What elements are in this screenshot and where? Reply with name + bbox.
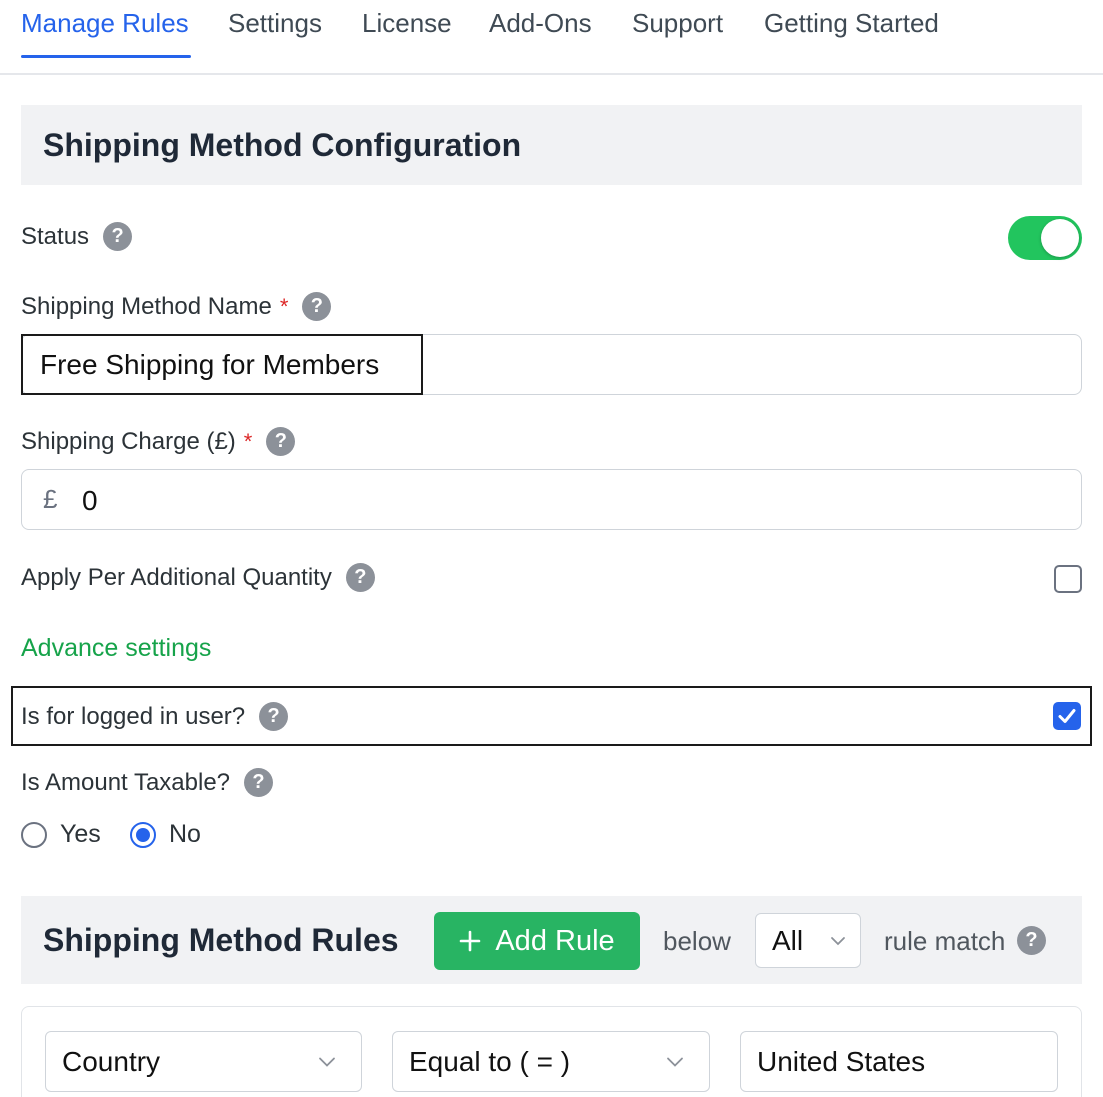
tab-bar: Manage Rules Settings License Add-Ons Su… bbox=[0, 0, 1103, 75]
charge-label-row: Shipping Charge (£) * ? bbox=[21, 427, 296, 456]
logged-in-label: Is for logged in user? bbox=[21, 702, 246, 730]
name-required-marker: * bbox=[279, 293, 289, 319]
radio-selected-dot bbox=[136, 828, 150, 842]
logged-in-checkbox[interactable] bbox=[1053, 702, 1081, 730]
rule-match-select[interactable]: All bbox=[755, 913, 861, 968]
chevron-down-icon bbox=[831, 936, 845, 945]
shipping-charge-input[interactable] bbox=[80, 480, 1064, 522]
rule-match-help-icon[interactable]: ? bbox=[1017, 926, 1046, 955]
tab-settings[interactable]: Settings bbox=[228, 8, 322, 39]
add-rule-label: Add Rule bbox=[495, 924, 615, 957]
taxable-label-row: Is Amount Taxable? ? bbox=[21, 768, 274, 797]
tab-license[interactable]: License bbox=[362, 8, 452, 39]
taxable-yes-label[interactable]: Yes bbox=[60, 820, 101, 849]
taxable-help-icon[interactable]: ? bbox=[244, 768, 274, 797]
shipping-method-name-input[interactable] bbox=[38, 344, 1072, 386]
per-qty-label-row: Apply Per Additional Quantity ? bbox=[21, 563, 375, 592]
checkmark-icon bbox=[1058, 709, 1076, 723]
tab-manage-rules[interactable]: Manage Rules bbox=[21, 8, 189, 39]
rule-match-text: rule match bbox=[884, 926, 1006, 956]
name-help-icon[interactable]: ? bbox=[302, 292, 332, 321]
logged-in-label-row: Is for logged in user? ? bbox=[21, 702, 289, 731]
per-qty-checkbox[interactable] bbox=[1054, 565, 1082, 593]
rules-section-title: Shipping Method Rules bbox=[43, 922, 399, 958]
plus-icon bbox=[459, 925, 481, 957]
per-qty-label: Apply Per Additional Quantity bbox=[21, 563, 332, 591]
tab-getting-started[interactable]: Getting Started bbox=[764, 8, 939, 39]
rule-match-value: All bbox=[772, 924, 804, 956]
tab-add-ons[interactable]: Add-Ons bbox=[489, 8, 592, 39]
rule-value-text: United States bbox=[757, 1045, 926, 1077]
status-toggle-knob bbox=[1041, 219, 1079, 257]
taxable-yes-radio[interactable] bbox=[21, 822, 47, 848]
charge-label: Shipping Charge (£) bbox=[21, 427, 236, 455]
name-label: Shipping Method Name bbox=[21, 292, 272, 320]
charge-help-icon[interactable]: ? bbox=[266, 427, 296, 456]
tab-support[interactable]: Support bbox=[632, 8, 723, 39]
logged-in-help-icon[interactable]: ? bbox=[259, 702, 289, 731]
rule-field-select[interactable]: Country bbox=[45, 1031, 362, 1092]
config-section-title: Shipping Method Configuration bbox=[43, 127, 522, 163]
currency-symbol: £ bbox=[43, 484, 58, 514]
rule-field-value: Country bbox=[62, 1045, 161, 1077]
rule-operator-select[interactable]: Equal to ( = ) bbox=[392, 1031, 710, 1092]
chevron-down-icon bbox=[667, 1057, 683, 1067]
status-label: Status bbox=[21, 222, 90, 250]
config-section-header: Shipping Method Configuration bbox=[21, 105, 1082, 185]
name-label-row: Shipping Method Name * ? bbox=[21, 292, 332, 321]
per-qty-help-icon[interactable]: ? bbox=[345, 563, 375, 592]
charge-required-marker: * bbox=[243, 428, 253, 454]
status-help-icon[interactable]: ? bbox=[103, 222, 133, 251]
chevron-down-icon bbox=[319, 1057, 335, 1067]
taxable-no-label[interactable]: No bbox=[169, 820, 201, 849]
advance-settings-link[interactable]: Advance settings bbox=[21, 634, 211, 663]
shipping-rules-page: Manage Rules Settings License Add-Ons Su… bbox=[0, 0, 1103, 1097]
rule-operator-value: Equal to ( = ) bbox=[409, 1045, 571, 1077]
status-toggle[interactable] bbox=[1008, 216, 1082, 260]
rule-value-input[interactable]: United States bbox=[740, 1031, 1058, 1092]
add-rule-button[interactable]: Add Rule bbox=[434, 912, 640, 970]
taxable-no-radio[interactable] bbox=[130, 822, 156, 848]
below-text: below bbox=[663, 926, 731, 956]
taxable-label: Is Amount Taxable? bbox=[21, 768, 231, 796]
active-tab-indicator bbox=[21, 55, 191, 58]
status-label-row: Status ? bbox=[21, 222, 133, 251]
